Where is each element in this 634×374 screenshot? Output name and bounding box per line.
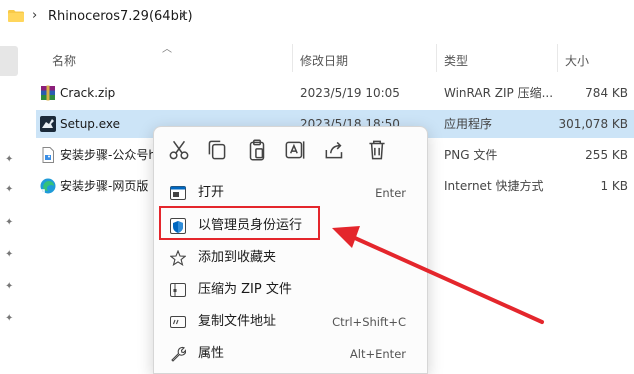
file-size: 255 KB (585, 148, 628, 162)
menu-item-label: 复制文件地址 (198, 314, 277, 329)
breadcrumb-folder[interactable]: Rhinoceros7.29(64bit) (48, 9, 193, 24)
column-header-size[interactable]: 大小 (565, 52, 589, 69)
menu-item-shortcut: Enter (375, 186, 406, 200)
pin-icon: ✦ (5, 184, 14, 195)
pin-icon: ✦ (5, 249, 14, 260)
menu-item-label: 属性 (198, 346, 225, 361)
file-size: 1 KB (600, 179, 628, 193)
delete-icon[interactable] (364, 137, 390, 163)
breadcrumb-separator[interactable]: › (32, 8, 37, 23)
menu-item-label: 打开 (198, 185, 225, 200)
file-size: 301,078 KB (558, 117, 628, 131)
copy-icon[interactable] (204, 137, 230, 163)
pin-icon: ✦ (5, 217, 14, 228)
share-icon[interactable] (322, 137, 348, 163)
nav-selected-item[interactable] (0, 46, 18, 76)
menu-item-properties[interactable]: 属性 Alt+Enter (160, 339, 420, 369)
column-header-type[interactable]: 类型 (444, 52, 468, 69)
pin-icon: ✦ (5, 281, 14, 292)
file-name: Crack.zip (60, 86, 116, 100)
column-header-date[interactable]: 修改日期 (300, 52, 348, 69)
column-divider[interactable] (436, 44, 437, 72)
png-file-icon (42, 147, 54, 163)
edge-shortcut-icon (40, 178, 56, 194)
breadcrumb-separator[interactable]: › (180, 8, 185, 23)
sort-ascending-icon: ︿ (162, 44, 172, 55)
cut-icon[interactable] (166, 137, 192, 163)
wrench-icon (171, 346, 186, 362)
file-row-crack-zip[interactable]: Crack.zip 2023/5/19 10:05 WinRAR ZIP 压缩.… (36, 79, 634, 107)
folder-icon (8, 10, 24, 22)
annotation-arrow-icon (332, 226, 544, 324)
column-header-name[interactable]: 名称 (52, 52, 76, 69)
menu-item-label: 添加到收藏夹 (198, 250, 277, 265)
menu-item-open[interactable]: 打开 Enter (160, 178, 420, 208)
annotation-highlight-box (159, 206, 320, 240)
paste-icon[interactable] (244, 137, 270, 163)
copy-path-icon (170, 316, 186, 328)
file-size: 784 KB (585, 86, 628, 100)
pin-icon: ✦ (5, 313, 14, 324)
menu-item-label: 压缩为 ZIP 文件 (198, 282, 292, 297)
winrar-archive-icon (41, 85, 55, 101)
rhino-app-icon (40, 116, 56, 132)
file-date: 2023/5/19 10:05 (300, 86, 400, 100)
menu-item-shortcut: Alt+Enter (349, 347, 406, 361)
rename-icon[interactable] (282, 137, 308, 163)
zip-icon (170, 283, 186, 297)
address-bar: › Rhinoceros7.29(64bit) › (0, 0, 634, 34)
column-divider[interactable] (292, 44, 293, 72)
star-icon (170, 250, 186, 266)
open-icon (170, 186, 186, 200)
column-divider[interactable] (557, 44, 558, 72)
pin-icon: ✦ (5, 154, 14, 165)
